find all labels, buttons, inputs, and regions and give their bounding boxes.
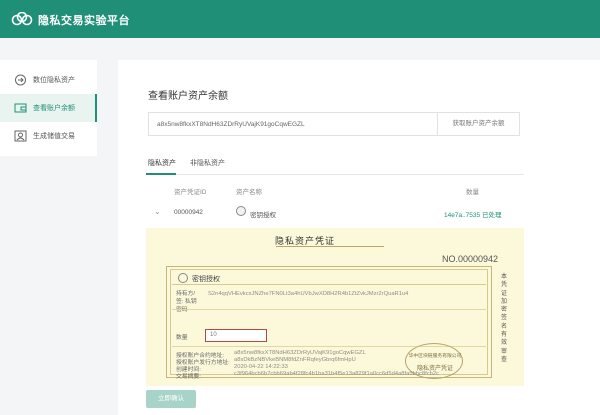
logo-icon: [11, 12, 33, 26]
sidebar-item-account[interactable]: 生成储值交易: [0, 122, 97, 150]
get-balance-button[interactable]: 获取账户资产余额: [438, 112, 520, 136]
cell-asset-name: 密钥授权: [250, 212, 276, 219]
address-input[interactable]: a8x5nw8fkxXT8NdH63ZDrRyUVajK91goCqwEGZL: [148, 112, 438, 136]
certificate-side-text: 本凭证加密签名有效审查: [501, 274, 508, 363]
page-title: 查看账户资产余额: [148, 91, 228, 102]
field-label-quantity: 数量: [176, 335, 188, 341]
confirm-button[interactable]: 立即确认: [146, 390, 196, 408]
asset-certificate: 隐私资产凭证 NO.00000942 本凭证加密签名有效审查 密钥授权 持有方/…: [146, 228, 524, 386]
tab-private-assets[interactable]: 隐私资产: [148, 158, 176, 173]
wallet-icon: [14, 103, 27, 113]
column-header-name: 资产名称: [236, 189, 262, 196]
quantity-field[interactable]: 10: [205, 329, 267, 342]
app-title: 隐私交易实验平台: [38, 15, 130, 27]
certificate-number: NO.00000942: [442, 254, 499, 264]
top-bar: 隐私交易实验平台: [0, 0, 600, 38]
sidebar-item-label: 数位隐私资产: [33, 77, 75, 84]
quantity-value: 10: [210, 332, 217, 338]
create-icon: [15, 74, 26, 86]
sidebar: 数位隐私资产 查看账户余额 生成储值交易: [0, 60, 97, 156]
column-header-amount: 数量: [466, 189, 479, 196]
token-icon: [178, 273, 188, 283]
field-value-holder: S2n4qqVHEvkcxJNZhe7FN0Lt3a4hUVbJwXD8H2R4…: [208, 291, 409, 297]
field-value-contract: a8x5nw8fkxXT8NdH63ZDrRyUVajK91goCqwEGZL: [234, 350, 366, 356]
tab-divider: [146, 174, 524, 175]
sidebar-item-balance[interactable]: 查看账户余额: [0, 94, 97, 122]
table-row[interactable]: ⌄ 00000942 密钥授权 14e7a..7535 已处理: [146, 201, 524, 225]
cell-asset-id: 00000942: [174, 209, 203, 216]
cell-amount[interactable]: 14e7a..7535 已处理: [444, 209, 501, 219]
stamp-line-2: 隐私资产凭证: [416, 366, 453, 372]
divider: [172, 309, 486, 310]
field-value-created: 2020-04-22 14:22:33: [234, 364, 288, 370]
sidebar-item-label: 查看账户余额: [33, 105, 75, 112]
account-icon: [14, 130, 27, 142]
title-underline: [276, 246, 384, 247]
sidebar-item-label: 生成储值交易: [33, 133, 75, 140]
field-value-issuer: a8xDkBzNBVkeBNM8fdZnFRqfeyGbrq6fmHpU: [234, 357, 356, 363]
certificate-header: 密钥授权: [172, 271, 486, 285]
field-label-holder: 持有方/签: 私钥密码: [176, 291, 197, 313]
field-label-digest: 交易摘要:: [176, 374, 201, 380]
tab-active-indicator: [146, 173, 176, 175]
certificate-asset-name: 密钥授权: [192, 276, 220, 283]
column-header-id: 资产凭证ID: [174, 189, 207, 196]
token-icon: [236, 206, 246, 216]
chevron-down-icon[interactable]: ⌄: [154, 207, 161, 216]
stamp-line-1: 华中区块链服务有限公司: [408, 354, 462, 359]
tab-public-assets[interactable]: 非隐私资产: [190, 158, 225, 173]
sidebar-item-create[interactable]: 数位隐私资产: [0, 66, 97, 94]
main-panel: 查看账户资产余额 a8x5nw8fkxXT8NdH63ZDrRyUVajK91g…: [118, 60, 600, 415]
certificate-stamp: 华中区块链服务有限公司 隐私资产凭证: [405, 343, 463, 379]
